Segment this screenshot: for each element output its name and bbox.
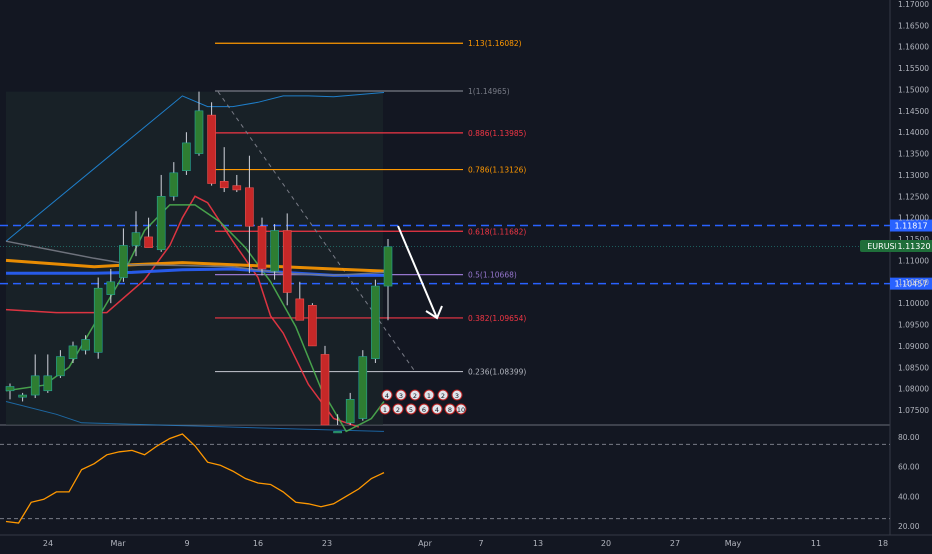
candle-body[interactable] <box>308 304 317 347</box>
candle-body[interactable] <box>43 375 53 392</box>
price-axis-tick: 1.10000 <box>898 299 929 308</box>
oscillator-axis-tick: 80.00 <box>898 433 920 442</box>
candle-body[interactable] <box>93 287 103 353</box>
date-axis-tick: 11 <box>811 539 821 548</box>
candle-body[interactable] <box>18 394 27 398</box>
date-axis-tick: 23 <box>322 539 332 548</box>
candle-body[interactable] <box>358 356 368 419</box>
candle-body[interactable] <box>270 230 279 272</box>
candle-body[interactable] <box>81 339 90 351</box>
date-axis-tick: May <box>725 539 742 548</box>
price-badges: EURUSD 1.11320 <box>860 240 932 252</box>
event-marker-number: 10 <box>457 406 465 414</box>
price-axis-tick: 1.08500 <box>898 363 929 372</box>
price-axis-tick: 1.14000 <box>898 128 929 137</box>
price-axis-tick: 1.15000 <box>898 85 929 94</box>
fib-level-label: 1(1.14965) <box>468 87 510 96</box>
event-marker-number: 2 <box>396 406 400 414</box>
event-marker-number: 3 <box>399 392 403 400</box>
event-marker-number: 2 <box>441 392 445 400</box>
candle-body[interactable] <box>119 245 128 278</box>
candle-body[interactable] <box>282 230 292 293</box>
candle-body[interactable] <box>144 236 153 248</box>
price-axis-tick: 1.16000 <box>898 43 929 52</box>
oscillator-axis-tick: 60.00 <box>898 463 920 472</box>
date-axis-tick: 7 <box>478 539 483 548</box>
date-axis-tick: Mar <box>110 539 126 548</box>
price-badge: 1.11320 <box>897 242 930 251</box>
horizontal-line-label: 1.11817 <box>894 222 927 231</box>
event-marker-number: 6 <box>422 406 426 414</box>
fib-level-label: 0.618(1.11682) <box>468 227 526 236</box>
candle-body[interactable] <box>56 356 65 377</box>
candle-body[interactable] <box>232 185 242 191</box>
candle-body[interactable] <box>345 399 355 424</box>
fib-level-label: 0.236(1.08399) <box>468 368 526 377</box>
oscillator-axis-tick: 20.00 <box>898 522 920 531</box>
candle-body[interactable] <box>106 281 116 295</box>
date-axis-tick: 27 <box>670 539 680 548</box>
candle-body[interactable] <box>131 232 141 246</box>
price-axis-tick: 1.11000 <box>898 256 929 265</box>
candle-body[interactable] <box>295 298 305 321</box>
date-axis-tick: 16 <box>253 539 263 548</box>
price-axis-tick: 1.09000 <box>898 342 929 351</box>
event-marker-number: 4 <box>435 406 439 414</box>
price-axis-tick: 1.12000 <box>898 214 929 223</box>
price-axis-tick: 1.15500 <box>898 64 929 73</box>
price-axis-tick: 1.17000 <box>898 0 929 9</box>
candle-body[interactable] <box>257 225 267 270</box>
trading-chart[interactable]: 1.13(1.16082) 1(1.14965) 0.886(1.13985) 0.7… <box>0 0 932 550</box>
candle-body[interactable] <box>219 181 229 189</box>
event-marker-number: 3 <box>455 392 459 400</box>
price-axis-tick: 1.13000 <box>898 171 929 180</box>
fib-level-label: 0.5(1.10668) <box>468 271 517 280</box>
fib-level-label: 1.13(1.16082) <box>468 39 522 48</box>
price-axis-tick: 1.09500 <box>898 321 929 330</box>
candle-body[interactable] <box>5 386 15 392</box>
candle-body[interactable] <box>320 354 330 426</box>
date-axis-tick: 13 <box>533 539 543 548</box>
candle-body[interactable] <box>68 345 78 360</box>
event-marker-number: 5 <box>409 406 413 414</box>
fib-level-label: 0.382(1.09654) <box>468 314 526 323</box>
chart-canvas[interactable]: 1.13(1.16082) 1(1.14965) 0.886(1.13985) 0.7… <box>0 0 932 550</box>
candle-body[interactable] <box>30 375 40 396</box>
candle-body[interactable] <box>207 114 216 184</box>
date-axis-tick: 9 <box>184 539 189 548</box>
date-axis-tick: 18 <box>878 539 888 548</box>
date-axis-tick: 24 <box>43 539 53 548</box>
candle-body[interactable] <box>194 110 204 154</box>
event-marker-number: 1 <box>427 392 431 400</box>
candle-body[interactable] <box>245 187 254 227</box>
event-marker-number: 4 <box>385 392 389 400</box>
event-marker-number: 1 <box>383 406 387 414</box>
fib-level-label: 0.786(1.13126) <box>468 166 526 175</box>
price-axis-tick: 1.08000 <box>898 385 929 394</box>
date-axis-tick: 20 <box>601 539 611 548</box>
price-axis-tick: 1.13500 <box>898 150 929 159</box>
fib-level-label: 0.886(1.13985) <box>468 129 526 138</box>
date-axis-tick: Apr <box>418 539 433 548</box>
event-marker-number: 8 <box>448 406 452 414</box>
candle-body[interactable] <box>371 285 380 360</box>
price-axis-tick: 1.12500 <box>898 192 929 201</box>
symbol-badge: EURUSD <box>867 242 901 251</box>
price-axis-tick: 1.14500 <box>898 107 929 116</box>
oscillator-axis-tick: 40.00 <box>898 492 920 501</box>
candle-body[interactable] <box>156 196 166 251</box>
candle-body[interactable] <box>169 172 179 197</box>
candle-body[interactable] <box>333 431 342 434</box>
candle-body[interactable] <box>383 246 393 287</box>
candle-body[interactable] <box>182 142 191 171</box>
event-marker-number: 2 <box>413 392 417 400</box>
price-axis-tick: 1.16500 <box>898 21 929 30</box>
price-axis-tick: 1.07500 <box>898 406 929 415</box>
price-axis-tick: 1.10500 <box>898 278 929 287</box>
